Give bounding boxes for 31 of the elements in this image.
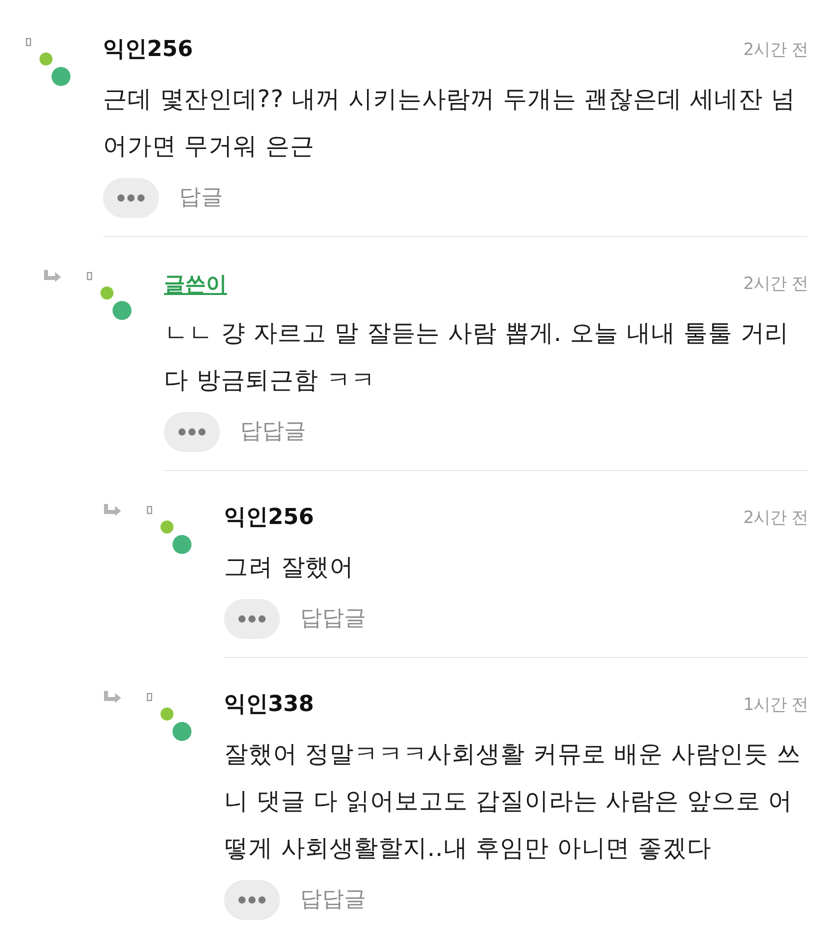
username: 익인338 — [224, 693, 314, 717]
timestamp: 1시간 전 — [743, 694, 808, 717]
ellipsis-icon — [117, 194, 145, 202]
username: 익인256 — [103, 38, 193, 62]
reply-link[interactable]: 답답글 — [300, 886, 366, 914]
timestamp: 2시간 전 — [743, 39, 808, 62]
more-button[interactable] — [224, 599, 280, 639]
avatar-icon — [146, 693, 192, 741]
avatar-icon — [86, 272, 132, 320]
reply-link[interactable]: 답답글 — [240, 418, 306, 446]
more-button[interactable] — [224, 880, 280, 920]
reply-arrow-icon — [103, 691, 121, 705]
avatar-icon — [25, 38, 71, 86]
timestamp: 2시간 전 — [743, 507, 808, 530]
ellipsis-icon — [178, 428, 206, 436]
comment-text: ㄴㄴ 걍 자르고 말 잘듣는 사람 뽑게. 오늘 내내 툴툴 거리다 방금퇴근함 ㅋㅋ — [164, 318, 790, 396]
comment-text: 근데 몇잔인데?? 내꺼 시키는사람꺼 두개는 괜찮은데 세네잔 넘어가면 무거워 은근 — [103, 84, 796, 162]
ellipsis-icon — [238, 896, 266, 904]
more-button[interactable] — [103, 178, 159, 218]
timestamp: 2시간 전 — [743, 273, 808, 296]
avatar-icon — [146, 506, 192, 554]
ellipsis-icon — [238, 615, 266, 623]
username: 익인256 — [224, 506, 314, 530]
reply-link[interactable]: 답글 — [179, 184, 223, 212]
comment-text: 그려 잘했어 — [224, 552, 356, 583]
reply-link[interactable]: 답답글 — [300, 605, 366, 633]
author-username-link[interactable]: 글쓴이 — [164, 272, 227, 296]
more-button[interactable] — [164, 412, 220, 452]
reply-arrow-icon — [103, 504, 121, 518]
comment-text: 잘했어 정말ㅋㅋㅋ사회생활 커뮤로 배운 사람인듯 쓰니 댓글 다 읽어보고도 갑질이라는 사람은 앞으로 어떻게 사회생활할지..내 후임만 아니면 좋겠다 — [224, 739, 802, 864]
reply-arrow-icon — [43, 270, 61, 284]
